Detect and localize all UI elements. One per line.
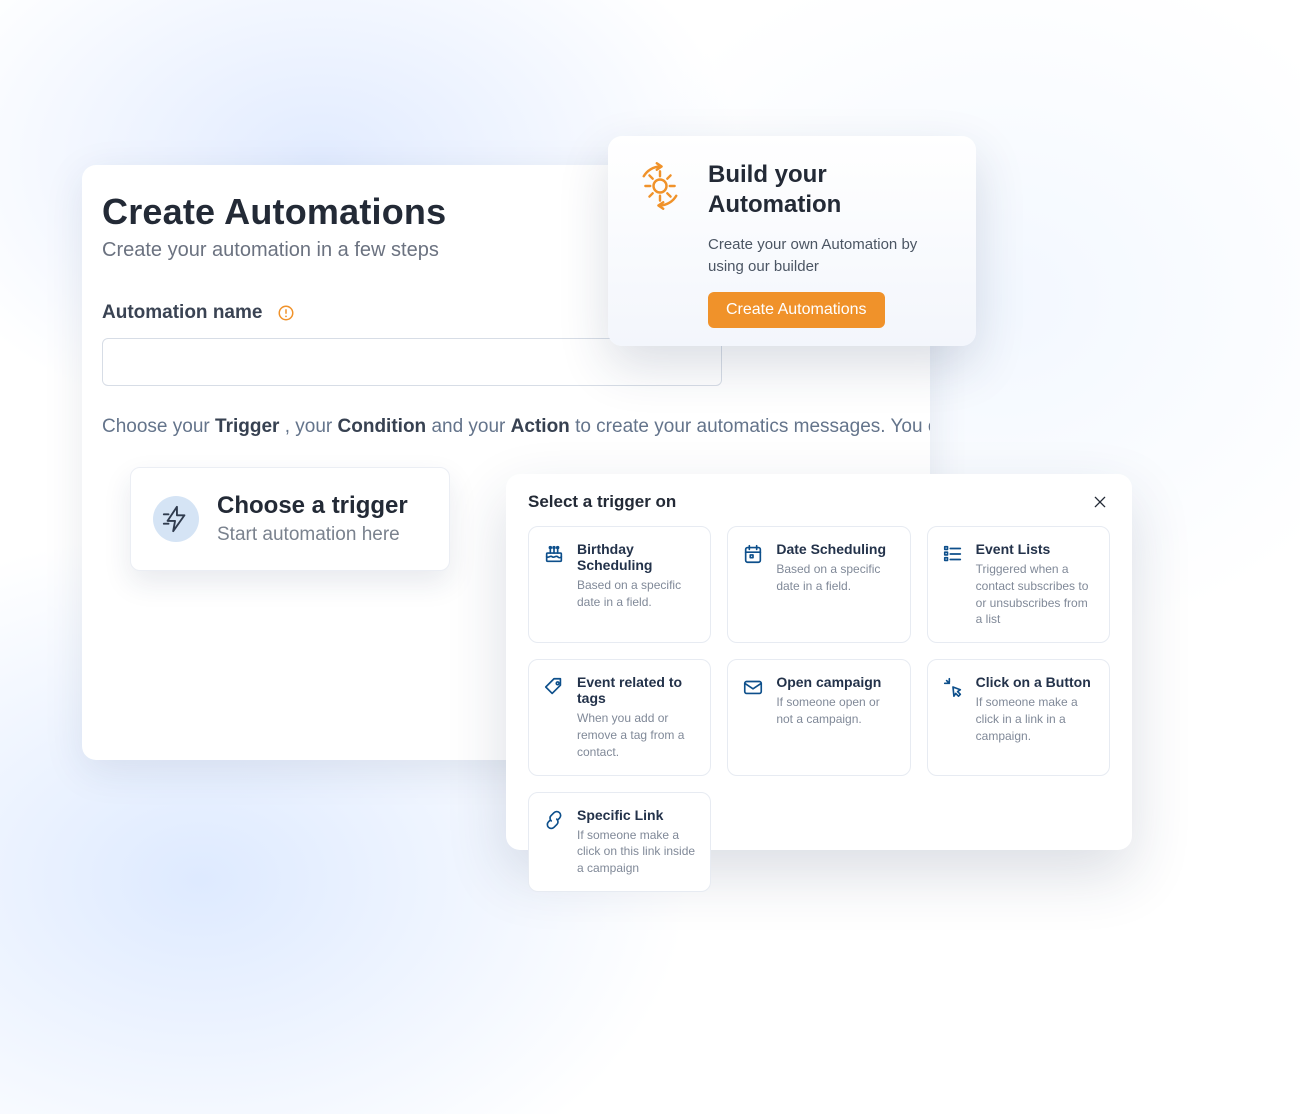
- trigger-option-desc: Based on a specific date in a field.: [776, 561, 895, 595]
- trigger-option-title: Event Lists: [976, 541, 1095, 557]
- trigger-option-title: Event related to tags: [577, 674, 696, 706]
- trigger-option-link[interactable]: Specific Link If someone make a click on …: [528, 792, 711, 892]
- trigger-option-title: Date Scheduling: [776, 541, 895, 557]
- gear-cycle-icon: [634, 160, 686, 212]
- calendar-icon: [742, 543, 764, 565]
- helper-mid1: , your: [285, 416, 338, 437]
- trigger-option-birthday[interactable]: Birthday Scheduling Based on a specific d…: [528, 526, 711, 643]
- info-icon[interactable]: [276, 303, 296, 323]
- trigger-option-title: Click on a Button: [976, 674, 1095, 690]
- close-icon[interactable]: [1090, 492, 1110, 512]
- select-trigger-popover: Select a trigger on Birthday SchedulingB…: [506, 474, 1132, 850]
- helper-mid2: and your: [431, 416, 510, 437]
- trigger-option-list[interactable]: Event Lists Triggered when a contact subs…: [927, 526, 1110, 643]
- trigger-option-title: Specific Link: [577, 807, 696, 823]
- automation-name-label: Automation name: [102, 302, 262, 324]
- create-automations-button[interactable]: Create Automations: [708, 292, 885, 328]
- link-icon: [543, 809, 565, 831]
- popover-title: Select a trigger on: [528, 492, 676, 512]
- click-icon: [942, 676, 964, 698]
- helper-post: to create your automatics messages. You …: [575, 416, 930, 437]
- choose-trigger-card[interactable]: Choose a trigger Start automation here: [130, 467, 450, 571]
- tag-icon: [543, 676, 565, 698]
- trigger-option-desc: Based on a specific date in a field.: [577, 577, 696, 611]
- trigger-option-desc: Triggered when a contact subscribes to o…: [976, 561, 1095, 628]
- trigger-option-envelope[interactable]: Open campaign If someone open or not a ca…: [727, 659, 910, 775]
- trigger-option-title: Birthday Scheduling: [577, 541, 696, 573]
- helper-text: Choose your Trigger , your Condition and…: [102, 416, 902, 438]
- trigger-option-desc: When you add or remove a tag from a cont…: [577, 710, 696, 760]
- birthday-icon: [543, 543, 565, 565]
- bolt-icon: [153, 496, 199, 542]
- promo-description: Create your own Automation by using our …: [708, 234, 948, 278]
- trigger-option-title: Open campaign: [776, 674, 895, 690]
- trigger-option-tag[interactable]: Event related to tags When you add or rem…: [528, 659, 711, 775]
- trigger-option-desc: If someone make a click on this link ins…: [577, 827, 696, 877]
- envelope-icon: [742, 676, 764, 698]
- trigger-option-click[interactable]: Click on a Button If someone make a click…: [927, 659, 1110, 775]
- trigger-option-desc: If someone open or not a campaign.: [776, 694, 895, 728]
- helper-b3: Action: [511, 416, 570, 437]
- choose-trigger-title: Choose a trigger: [217, 492, 408, 520]
- trigger-option-calendar[interactable]: Date Scheduling Based on a specific date …: [727, 526, 910, 643]
- trigger-option-desc: If someone make a click in a link in a c…: [976, 694, 1095, 744]
- list-icon: [942, 543, 964, 565]
- choose-trigger-subtitle: Start automation here: [217, 524, 408, 546]
- helper-pre: Choose your: [102, 416, 215, 437]
- helper-b1: Trigger: [215, 416, 279, 437]
- promo-title: Build your Automation: [708, 160, 950, 220]
- helper-b2: Condition: [338, 416, 427, 437]
- build-automation-promo: Build your Automation Create your own Au…: [608, 136, 976, 346]
